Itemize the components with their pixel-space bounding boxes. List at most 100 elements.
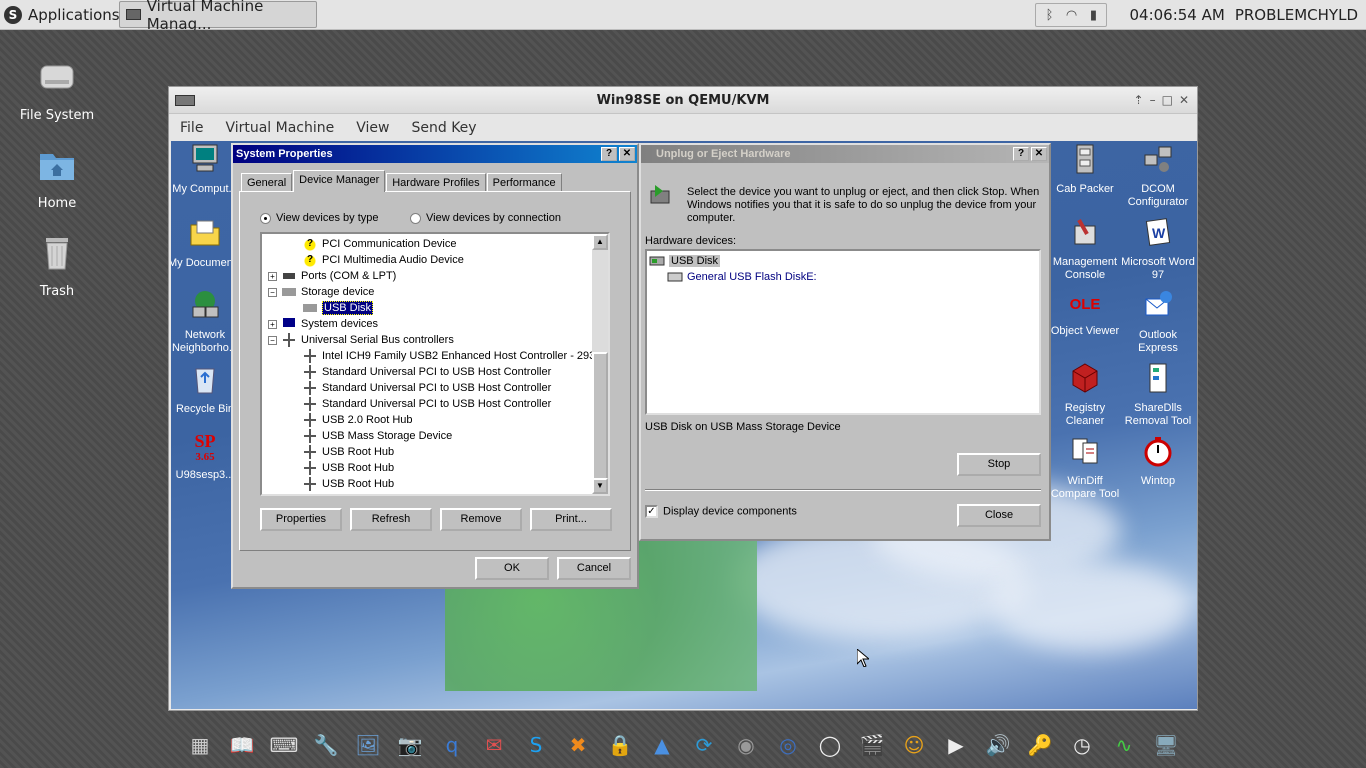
print-button[interactable]: Print... xyxy=(530,508,612,531)
desktop-icon-trash[interactable]: Trash xyxy=(7,234,107,299)
win98-icon-sharedlls-removal-tool[interactable]: ShareDlls Removal Tool xyxy=(1120,362,1196,428)
camera-icon[interactable]: 📷 xyxy=(392,727,428,763)
media-player-icon[interactable]: ▶ xyxy=(938,727,974,763)
tree-item[interactable]: − Universal Serial Bus controllers xyxy=(268,332,454,348)
properties-button[interactable]: Properties xyxy=(260,508,342,531)
clock-icon[interactable]: ◷ xyxy=(1064,727,1100,763)
system-properties-titlebar[interactable]: System Properties ? ✕ xyxy=(233,145,637,163)
device-tree[interactable]: ? PCI Communication Device? PCI Multimedia… xyxy=(260,232,610,496)
keyring-icon[interactable]: 🔑 xyxy=(1022,727,1058,763)
volume-icon[interactable]: 🔊 xyxy=(980,727,1016,763)
tree-item[interactable]: ? PCI Communication Device xyxy=(302,236,457,252)
screenshot-icon[interactable]: 🖼 xyxy=(350,727,386,763)
device-item[interactable]: USB Disk xyxy=(649,253,721,269)
system-monitor-icon[interactable]: ∿ xyxy=(1106,727,1142,763)
taskbar-button-virt-manager[interactable]: Virtual Machine Manag... xyxy=(119,0,317,33)
clock[interactable]: 04:06:54 AM xyxy=(1129,6,1224,24)
tree-item[interactable]: Intel ICH9 Family USB2 Enhanced Host Con… xyxy=(302,348,603,364)
menu-send-key[interactable]: Send Key xyxy=(400,120,487,136)
win98-icon-wintop[interactable]: Wintop xyxy=(1120,435,1196,488)
screwdriver-icon[interactable]: 🔧 xyxy=(308,727,344,763)
tree-item[interactable]: Standard Universal PCI to USB Host Contr… xyxy=(302,380,551,396)
display-components-checkbox[interactable]: ✓ Display device components xyxy=(645,505,797,518)
battery-icon[interactable]: ▮ xyxy=(1085,7,1101,23)
tab-general[interactable]: General xyxy=(241,173,293,192)
help-button[interactable]: ? xyxy=(1013,147,1029,161)
collapse-icon[interactable]: − xyxy=(268,335,277,345)
user-menu[interactable]: PROBLEMCHYLD xyxy=(1235,6,1358,24)
ok-button[interactable]: OK xyxy=(475,557,549,580)
desktop-icon-home[interactable]: Home xyxy=(7,146,107,211)
help-button[interactable]: ? xyxy=(601,147,617,161)
keyboard-icon[interactable]: ⌨ xyxy=(266,727,302,763)
vm-window-titlebar[interactable]: Win98SE on QEMU/KVM ⇡ – □ ✕ xyxy=(169,87,1197,114)
browser-icon[interactable]: ◎ xyxy=(770,727,806,763)
win98-icon-object-viewer[interactable]: OLE Object Viewer xyxy=(1047,289,1123,338)
scroll-up-button[interactable]: ▲ xyxy=(592,234,608,250)
collapse-icon[interactable]: − xyxy=(268,287,277,297)
skype-icon[interactable]: S xyxy=(518,727,554,763)
tree-item[interactable]: USB Root Hub xyxy=(302,460,394,476)
unplug-eject-titlebar[interactable]: Unplug or Eject Hardware ? ✕ xyxy=(641,145,1049,163)
avatar-icon[interactable]: ☺ xyxy=(896,727,932,763)
win98-icon-management-console[interactable]: Management Console xyxy=(1047,216,1123,282)
shade-icon[interactable]: ⇡ xyxy=(1134,87,1144,114)
tab-hardware-profiles[interactable]: Hardware Profiles xyxy=(386,173,486,192)
tree-item[interactable]: Standard Universal PCI to USB Host Contr… xyxy=(302,396,551,412)
stop-button[interactable]: Stop xyxy=(957,453,1041,476)
hardware-devices-list[interactable]: USB Disk General USB Flash DiskE: xyxy=(645,249,1041,415)
win98-icon-microsoft-word-97[interactable]: W Microsoft Word 97 xyxy=(1120,216,1196,282)
expand-icon[interactable]: + xyxy=(268,271,277,281)
tree-item[interactable]: + System devices xyxy=(268,316,378,332)
xmark-icon[interactable]: ✖ xyxy=(560,727,596,763)
refresh-button[interactable]: Refresh xyxy=(350,508,432,531)
lock-screen-icon[interactable]: 🔒 xyxy=(602,727,638,763)
tree-item[interactable]: Standard Universal PCI to USB Host Contr… xyxy=(302,364,551,380)
bluetooth-icon[interactable]: ᛒ xyxy=(1041,7,1057,23)
sync-icon[interactable]: ⟳ xyxy=(686,727,722,763)
win98-icon-outlook-express[interactable]: Outlook Express xyxy=(1120,289,1196,355)
close-icon[interactable]: ✕ xyxy=(1179,87,1189,114)
tree-item[interactable]: USB Root Hub xyxy=(302,444,394,460)
tree-item[interactable]: ? PCI Multimedia Audio Device xyxy=(302,252,464,268)
remove-button[interactable]: Remove xyxy=(440,508,522,531)
tab-device-manager[interactable]: Device Manager xyxy=(293,170,386,192)
menu-virtual-machine[interactable]: Virtual Machine xyxy=(214,120,345,136)
calculator-icon[interactable]: ▦ xyxy=(182,727,218,763)
close-button[interactable]: ✕ xyxy=(1031,147,1047,161)
guest-screen[interactable]: My Comput... My Documen... Network Neigh… xyxy=(171,141,1197,709)
win98-icon-dcom-configurator[interactable]: DCOM Configurator xyxy=(1120,143,1196,209)
tree-item[interactable]: − Storage device xyxy=(268,284,374,300)
close-dialog-button[interactable]: Close xyxy=(957,504,1041,527)
tree-item[interactable]: USB Disk xyxy=(302,300,374,316)
clapper-icon[interactable]: 🎬 xyxy=(854,727,890,763)
radio-by-connection[interactable]: View devices by connection xyxy=(410,212,561,224)
close-button[interactable]: ✕ xyxy=(619,147,635,161)
minimize-icon[interactable]: – xyxy=(1150,87,1156,114)
cancel-button[interactable]: Cancel xyxy=(557,557,631,580)
win98-icon-registry-cleaner[interactable]: Registry Cleaner xyxy=(1047,362,1123,428)
qbittorrent-icon[interactable]: q xyxy=(434,727,470,763)
tab-performance[interactable]: Performance xyxy=(486,173,562,192)
menu-view[interactable]: View xyxy=(345,120,400,136)
launcher-icon[interactable]: ▲ xyxy=(644,727,680,763)
mail-icon[interactable]: ✉ xyxy=(476,727,512,763)
scroll-down-button[interactable]: ▼ xyxy=(592,478,608,494)
radio-by-type[interactable]: View devices by type xyxy=(260,212,379,224)
disc-icon[interactable]: ◯ xyxy=(812,727,848,763)
win98-icon-windiff-compare-tool[interactable]: WinDiff Compare Tool xyxy=(1047,435,1123,501)
scroll-thumb[interactable] xyxy=(592,352,608,480)
desktop-icon-file-system[interactable]: File System xyxy=(7,58,107,123)
menu-file[interactable]: File xyxy=(169,120,214,136)
virt-manager-icon[interactable]: 🖥 xyxy=(1148,727,1184,763)
device-tree-scrollbar[interactable]: ▲ ▼ xyxy=(592,234,608,494)
chromium-icon[interactable]: ◉ xyxy=(728,727,764,763)
applications-menu[interactable]: S Applications xyxy=(4,4,120,26)
tree-item[interactable]: USB 2.0 Root Hub xyxy=(302,412,413,428)
tree-item[interactable]: USB Root Hub xyxy=(302,476,394,492)
tree-item[interactable]: + Ports (COM & LPT) xyxy=(268,268,396,284)
tree-item[interactable]: USB Mass Storage Device xyxy=(302,428,452,444)
maximize-icon[interactable]: □ xyxy=(1162,87,1173,114)
win98-icon-cab-packer[interactable]: Cab Packer xyxy=(1047,143,1123,196)
expand-icon[interactable]: + xyxy=(268,319,277,329)
